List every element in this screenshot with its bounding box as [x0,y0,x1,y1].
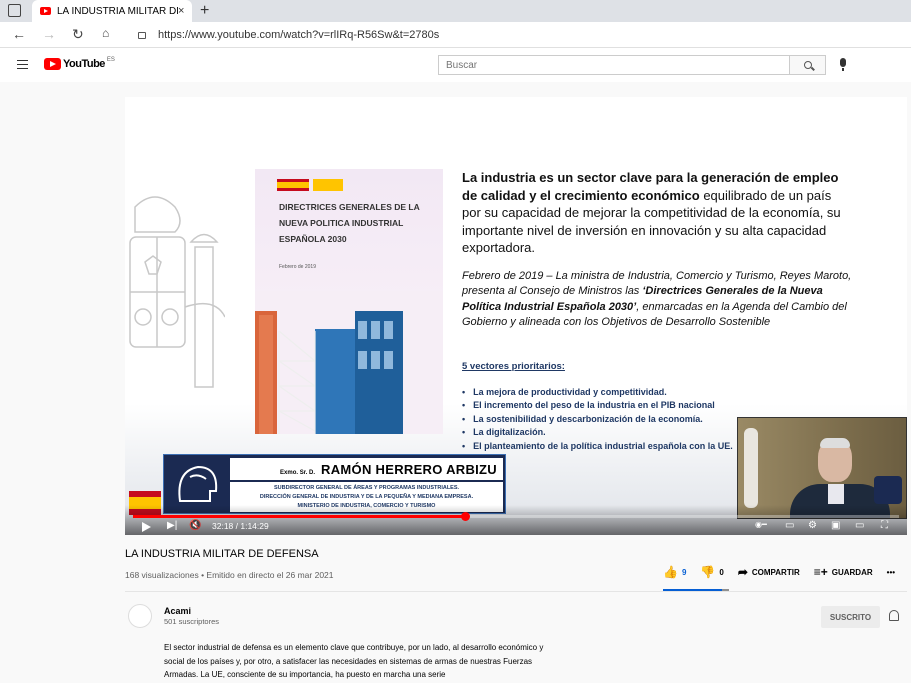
next-icon[interactable]: ▶| [167,520,177,531]
channel-name[interactable]: Acami [164,606,191,616]
vector-item: El incremento del peso de la industria e… [462,399,852,413]
speaker-name-box: Exmo. Sr. D. RAMÓN HERRERO ARBIZU [230,458,503,480]
speaker-position-line: SUBDIRECTOR GENERAL DE ÁREAS Y PROGRAMAS… [273,485,460,491]
progress-bar[interactable] [133,512,899,521]
notification-bell-icon[interactable] [889,610,899,621]
fullscreen-icon[interactable]: ⛶ [881,520,888,531]
progress-fill [133,515,466,518]
video-player[interactable]: DIRECTRICES GENERALES DE LA NUEVA POLITI… [125,97,907,535]
thumbs-down-icon: 👎 [700,565,716,579]
search-icon [803,61,812,69]
time-display: 32:18 / 1:14:29 [212,521,269,531]
cover-date: Febrero de 2019 [279,264,316,270]
like-count: 9 [681,567,687,577]
search-button[interactable] [789,56,825,74]
url-text: https://www.youtube.com/watch?v=rlIRq-R5… [158,29,440,41]
video-meta: 168 visualizaciones • Emitido en directo… [125,570,334,580]
subscriber-count: 501 suscriptores [164,617,220,626]
country-code: ES [106,57,115,63]
theater-mode-icon[interactable]: ▭ [855,520,864,531]
miniplayer-icon[interactable]: ▣ [831,520,840,531]
channel-avatar[interactable] [128,604,152,628]
cover-title: DIRECTRICES GENERALES DE LA NUEVA POLITI… [279,202,420,244]
speaker-camera-inset [737,417,907,519]
slide-paragraph-1: La industria es un sector clave para la … [462,169,852,257]
progress-scrubber[interactable] [461,512,471,521]
search-input[interactable] [439,56,789,74]
document-cover: DIRECTRICES GENERALES DE LA NUEVA POLITI… [255,169,443,434]
youtube-favicon-icon [40,7,51,15]
slide-paragraph-2: Febrero de 2019 – La ministra de Industr… [462,269,852,331]
speaker-name: RAMÓN HERRERO ARBIZU [321,462,497,477]
slide-text: La industria es un sector clave para la … [462,169,852,453]
tab-title: LA INDUSTRIA MILITAR DE DEFE [57,5,178,17]
address-bar: ← → ↻ ⌂ https://www.youtube.com/watch?v=… [0,22,911,48]
share-label: COMPARTIR [751,567,800,577]
more-actions-button[interactable]: ••• [887,568,895,577]
statue [744,428,758,508]
speaker-honorific: Exmo. Sr. D. [280,470,316,476]
mute-icon[interactable]: 🔇 [189,520,201,531]
youtube-header: YouTube ES [0,48,911,82]
autoplay-toggle[interactable]: ◉━ [755,520,767,529]
dislike-count: 0 [719,567,724,577]
speaker-position-line: DIRECCIÓN GENERAL DE INDUSTRIA Y DE LA P… [259,494,474,500]
vectors-heading: 5 vectores prioritarios: [462,360,565,372]
home-icon[interactable]: ⌂ [102,26,109,40]
search-box [438,55,826,75]
play-icon[interactable] [142,522,151,532]
inset-logo [874,476,902,504]
logo-text: YouTube [63,58,105,70]
share-button[interactable]: ➦ COMPARTIR [738,565,800,579]
subtitles-icon[interactable]: ▭ [785,520,794,531]
ministry-logo [313,179,343,191]
video-description: El sector industrial de defensa es un el… [164,643,544,679]
forward-icon[interactable]: → [42,26,56,42]
thumbs-up-icon: 👍 [663,565,678,579]
speaker-shirt [828,484,844,504]
new-tab-button[interactable]: + [200,2,209,20]
save-label: GUARDAR [831,567,873,577]
youtube-logo[interactable]: YouTube ES [44,57,115,70]
youtube-play-icon [44,58,61,70]
share-icon: ➦ [737,565,748,579]
menu-icon[interactable] [17,60,28,69]
spanish-coat-of-arms-watermark [129,196,225,388]
player-controls: ▶| 🔇 32:18 / 1:14:29 ◉━ ▭ ⚙ ▣ ▭ ⛶ [125,505,907,535]
speaker-hair [820,438,850,448]
playlist-add-icon: ≡+ [813,565,828,579]
lock-icon [138,31,146,39]
industrial-building-image [255,291,443,434]
save-button[interactable]: ≡+ GUARDAR [814,565,873,579]
browser-tab-bar: LA INDUSTRIA MILITAR DE DEFE × + [0,0,911,22]
tab-actions-icon[interactable] [8,4,21,17]
tab-close-icon[interactable]: × [178,5,192,17]
vector-item: La mejora de productividad y competitivi… [462,386,852,400]
reload-icon[interactable]: ↻ [72,26,84,43]
browser-tab[interactable]: LA INDUSTRIA MILITAR DE DEFE × [32,0,192,22]
spain-flag-icon [277,179,309,191]
back-icon[interactable]: ← [12,26,26,42]
divider [125,591,907,592]
video-actions: 👍 9 👎 0 ➦ COMPARTIR ≡+ GUARDAR ••• [663,565,909,579]
settings-gear-icon[interactable]: ⚙ [808,520,817,531]
url-field[interactable]: https://www.youtube.com/watch?v=rlIRq-R5… [130,25,905,45]
like-button[interactable]: 👍 9 [663,565,686,579]
more-icon: ••• [886,567,896,577]
dislike-button[interactable]: 👎 0 [700,565,723,579]
microphone-icon[interactable] [840,58,846,71]
subscribed-button[interactable]: SUSCRITO [821,606,880,628]
video-title: LA INDUSTRIA MILITAR DE DEFENSA [125,548,319,560]
